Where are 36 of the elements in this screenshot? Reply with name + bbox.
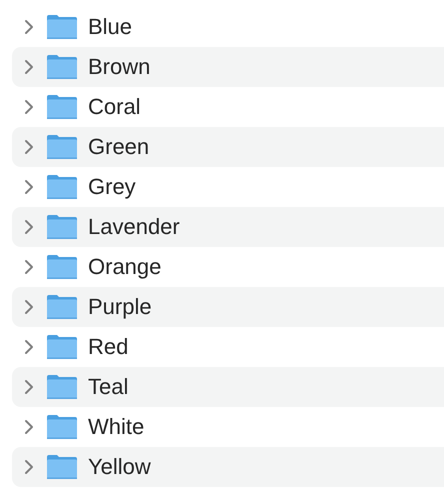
folder-icon [46,54,78,80]
disclosure-chevron-icon[interactable] [24,419,34,435]
folder-name: Purple [88,294,152,320]
disclosure-chevron-icon[interactable] [24,99,34,115]
folder-name: Red [88,334,128,360]
folder-icon [46,174,78,200]
folder-name: Teal [88,374,128,400]
folder-icon [46,294,78,320]
folder-name: Grey [88,174,136,200]
folder-icon [46,94,78,120]
folder-icon [46,134,78,160]
folder-icon [46,14,78,40]
disclosure-chevron-icon[interactable] [24,219,34,235]
disclosure-chevron-icon[interactable] [24,299,34,315]
folder-name: White [88,414,144,440]
folder-icon [46,254,78,280]
disclosure-chevron-icon[interactable] [24,179,34,195]
disclosure-chevron-icon[interactable] [24,139,34,155]
folder-icon [46,414,78,440]
folder-name: Yellow [88,454,151,480]
disclosure-chevron-icon[interactable] [24,59,34,75]
disclosure-chevron-icon[interactable] [24,459,34,475]
folder-name: Blue [88,14,132,40]
folder-name: Green [88,134,150,160]
folder-name: Brown [88,54,150,80]
folder-icon [46,374,78,400]
folder-name: Coral [88,94,141,120]
folder-name: Lavender [88,214,180,240]
disclosure-chevron-icon[interactable] [24,339,34,355]
folder-icon [46,334,78,360]
folder-name: Orange [88,254,162,280]
folder-icon [46,454,78,480]
disclosure-chevron-icon[interactable] [24,259,34,275]
disclosure-chevron-icon[interactable] [24,379,34,395]
disclosure-chevron-icon[interactable] [24,19,34,35]
folder-icon [46,214,78,240]
